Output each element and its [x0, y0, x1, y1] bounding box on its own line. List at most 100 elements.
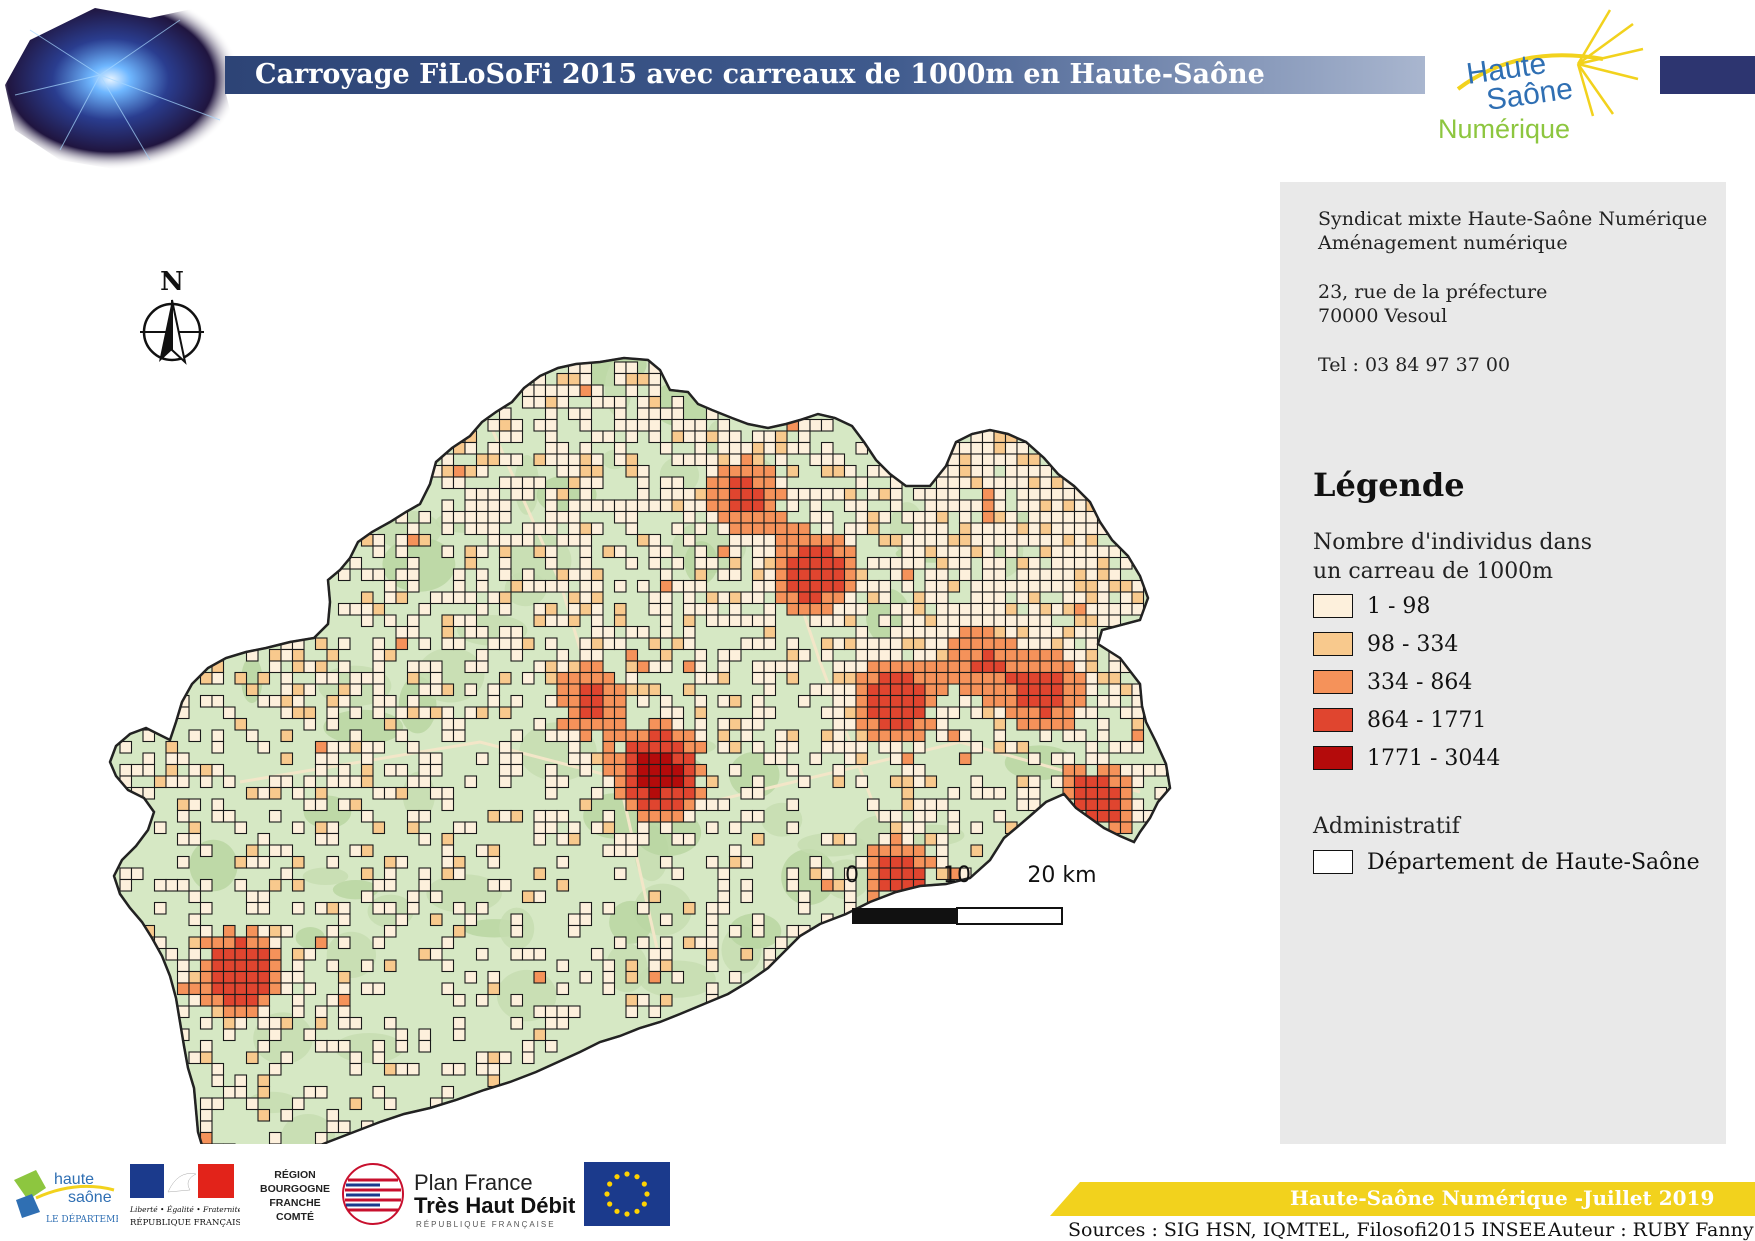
grid-cell	[1027, 660, 1041, 674]
grid-cell	[1073, 683, 1087, 697]
grid-cell	[556, 441, 570, 455]
map-canvas[interactable]: N 0 10 20 km	[60, 182, 1272, 1144]
grid-cell	[740, 441, 754, 455]
grid-cell	[452, 821, 466, 835]
grid-cell	[1004, 625, 1018, 639]
grid-cell	[947, 706, 961, 720]
grid-cell	[843, 614, 857, 628]
grid-cell	[878, 614, 892, 628]
grid-cell	[567, 913, 581, 927]
grid-cell	[832, 591, 846, 605]
grid-cell	[636, 809, 650, 823]
grid-cell	[924, 717, 938, 731]
grid-cell	[602, 982, 616, 996]
grid-cell	[763, 637, 777, 651]
grid-cell	[176, 775, 190, 789]
grid-cell	[1027, 579, 1041, 593]
grid-cell	[993, 591, 1007, 605]
grid-cell	[1119, 786, 1133, 800]
grid-cell	[337, 694, 351, 708]
grid-cell	[602, 717, 616, 731]
grid-cell	[809, 453, 823, 467]
grid-cell	[625, 683, 639, 697]
grid-cell	[705, 982, 719, 996]
grid-cell	[901, 510, 915, 524]
grid-cell	[648, 763, 662, 777]
grid-cell	[579, 579, 593, 593]
grid-cell	[613, 775, 627, 789]
grid-cell	[740, 476, 754, 490]
grid-cell	[199, 936, 213, 950]
grid-cell	[728, 970, 742, 984]
grid-cell	[970, 453, 984, 467]
grid-cell	[280, 844, 294, 858]
grid-cell	[809, 556, 823, 570]
grid-cell	[349, 1097, 363, 1111]
grid-cell	[751, 430, 765, 444]
grid-cell	[912, 648, 926, 662]
grid-cell	[1039, 648, 1053, 662]
grid-cell	[602, 763, 616, 777]
grid-cell	[924, 855, 938, 869]
grid-cell	[866, 579, 880, 593]
legend-item: 1 - 98	[1313, 592, 1430, 620]
grid-cell	[211, 1062, 225, 1076]
grid-cell	[1085, 625, 1099, 639]
grid-cell	[981, 671, 995, 685]
grid-cell	[878, 717, 892, 731]
grid-cell	[763, 510, 777, 524]
grid-cell	[544, 775, 558, 789]
grid-cell	[372, 648, 386, 662]
grid-cell	[648, 947, 662, 961]
grid-cell	[613, 786, 627, 800]
grid-cell	[498, 476, 512, 490]
grid-cell	[958, 545, 972, 559]
grid-cell	[774, 487, 788, 501]
grid-cell	[866, 867, 880, 881]
grid-cell	[970, 625, 984, 639]
grid-cell	[763, 947, 777, 961]
grid-cell	[855, 648, 869, 662]
grid-cell	[717, 671, 731, 685]
grid-cell	[498, 510, 512, 524]
grid-cell	[590, 671, 604, 685]
grid-cell	[763, 602, 777, 616]
grid-cell	[211, 694, 225, 708]
grid-cell	[1154, 763, 1168, 777]
grid-cell	[935, 660, 949, 674]
grid-cell	[705, 901, 719, 915]
grid-cell	[314, 1085, 328, 1099]
grid-cell	[1085, 752, 1099, 766]
grid-cell	[441, 729, 455, 743]
grid-cell	[636, 901, 650, 915]
grid-cell	[682, 786, 696, 800]
grid-cell	[694, 441, 708, 455]
grid-cell	[947, 637, 961, 651]
grid-cell	[521, 890, 535, 904]
grid-cell	[705, 591, 719, 605]
grid-cell	[636, 372, 650, 386]
grid-cell	[958, 671, 972, 685]
address-org: Syndicat mixte Haute-Saône Numérique	[1318, 208, 1708, 230]
grid-cell	[1119, 809, 1133, 823]
grid-cell	[786, 545, 800, 559]
grid-cell	[142, 752, 156, 766]
grid-cell	[349, 729, 363, 743]
legend-item-department: Département de Haute-Saône	[1313, 848, 1700, 876]
grid-cell	[740, 786, 754, 800]
grid-cell	[832, 878, 846, 892]
grid-cell	[636, 694, 650, 708]
grid-cell	[188, 832, 202, 846]
grid-cell	[234, 1085, 248, 1099]
grid-cell	[613, 717, 627, 731]
grid-cell	[751, 545, 765, 559]
grid-cell	[199, 924, 213, 938]
grid-cell	[533, 832, 547, 846]
grid-cell	[878, 867, 892, 881]
grid-cell	[291, 947, 305, 961]
grid-cell	[809, 683, 823, 697]
grid-cell	[970, 844, 984, 858]
grid-cell	[510, 729, 524, 743]
grid-cell	[659, 717, 673, 731]
grid-cell	[993, 740, 1007, 754]
